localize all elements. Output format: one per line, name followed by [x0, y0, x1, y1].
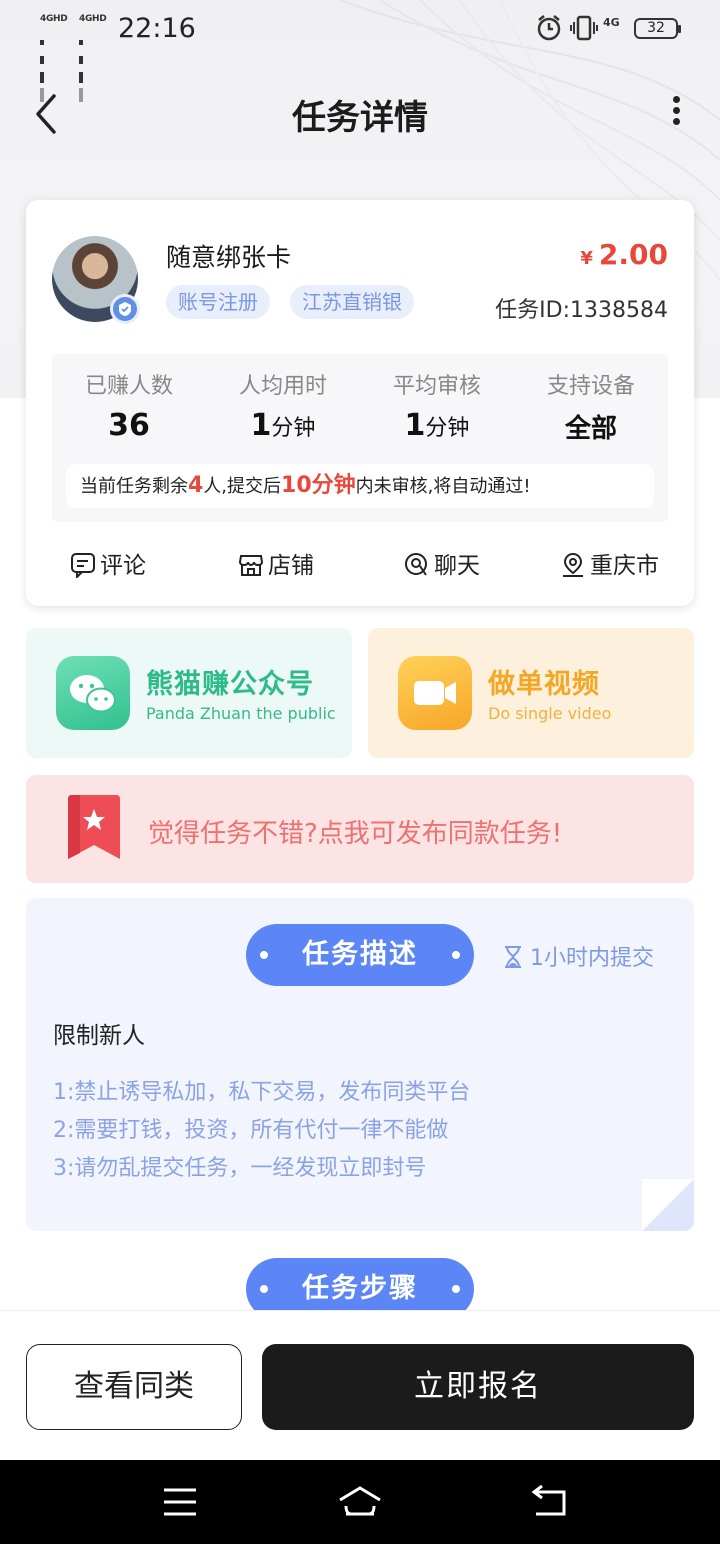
publish-banner-text: 觉得任务不错?点我可发布同款任务!	[148, 819, 563, 849]
stat-label: 平均审核	[392, 374, 481, 399]
task-tag[interactable]: 账号注册	[166, 285, 270, 319]
task-price: ¥2.00	[580, 238, 668, 271]
bookmark-star-icon	[66, 795, 122, 861]
chat-button[interactable]: 聊天	[404, 550, 480, 582]
comment-label: 评论	[100, 553, 146, 579]
signal-1-label: 4GHD	[40, 14, 68, 24]
task-card: 随意绑张卡 账号注册 江苏直销银 ¥2.00 任务ID:1338584 已赚人数…	[26, 200, 694, 606]
alarm-icon	[537, 15, 561, 41]
location-label: 重庆市	[590, 553, 659, 579]
network-icon: 4G	[603, 16, 620, 29]
restriction-text: 限制新人	[53, 1023, 145, 1049]
chat-icon	[405, 553, 427, 576]
home-icon[interactable]	[336, 1482, 384, 1522]
task-id: 任务ID:1338584	[495, 298, 668, 323]
task-description-header: 任务描述	[246, 924, 474, 986]
task-description-section: 任务描述 1小时内提交 限制新人 1:禁止诱导私加，私下交易，发布同类平台 2:…	[26, 898, 694, 1231]
stat-value: 全部	[564, 414, 617, 444]
notice-review-time: 10分钟	[281, 473, 356, 498]
stat-label: 人均用时	[238, 374, 327, 399]
stat-unit: 分钟	[425, 416, 470, 441]
rule-item: 2:需要打钱，投资，所有代付一律不能做	[53, 1118, 449, 1143]
more-vertical-icon[interactable]	[660, 92, 692, 136]
deadline-text: 1小时内提交	[530, 946, 654, 971]
stat-earned-count: 已赚人数 36	[52, 368, 206, 443]
comment-icon	[71, 553, 95, 580]
stat-average-time: 人均用时 1分钟	[206, 368, 360, 443]
rule-item: 3:请勿乱提交任务，一经发现立即封号	[53, 1156, 427, 1181]
battery-icon: 32	[634, 18, 681, 39]
shop-button[interactable]: 店铺	[238, 550, 314, 582]
description-header-label: 任务描述	[302, 939, 418, 970]
page-title: 任务详情	[292, 98, 428, 138]
page-fold-decoration	[642, 1179, 694, 1231]
video-tile-subtitle: Do single video	[488, 704, 612, 723]
task-tag[interactable]: 江苏直销银	[290, 285, 414, 319]
status-time: 22:16	[118, 13, 196, 44]
notice-text: 人,提交后	[203, 476, 282, 497]
price-amount: 2.00	[598, 238, 668, 271]
verified-badge-icon	[110, 294, 140, 324]
order-video-tile[interactable]: 做单视频 Do single video	[368, 628, 694, 758]
wechat-icon	[56, 656, 130, 730]
view-similar-button[interactable]: 查看同类	[26, 1344, 242, 1430]
bottom-action-bar: 查看同类 立即报名	[0, 1310, 720, 1460]
signal-2-label: 4GHD	[79, 14, 107, 24]
chat-label: 聊天	[434, 553, 480, 579]
panda-tile-title: 熊猫赚公众号	[146, 669, 314, 700]
hourglass-icon	[505, 946, 521, 968]
stats-panel: 已赚人数 36 人均用时 1分钟 平均审核 1分钟 支持设备 全部 当前任务剩余…	[52, 354, 668, 522]
back-icon[interactable]	[530, 1482, 570, 1522]
notice-text: 当前任务剩余	[80, 476, 188, 497]
publish-similar-banner[interactable]: 觉得任务不错?点我可发布同款任务!	[26, 775, 694, 883]
back-arrow-icon[interactable]	[28, 92, 68, 136]
video-tile-title: 做单视频	[488, 669, 600, 700]
steps-header-label: 任务步骤	[302, 1273, 418, 1304]
notice-text: 内未审核,将自动通过!	[355, 476, 531, 497]
stat-value: 36	[108, 408, 150, 443]
task-title: 随意绑张卡	[166, 243, 292, 272]
price-currency: ¥	[580, 248, 593, 269]
rule-item: 1:禁止诱导私加，私下交易，发布同类平台	[53, 1080, 471, 1105]
rules-list: 1:禁止诱导私加，私下交易，发布同类平台 2:需要打钱，投资，所有代付一律不能做…	[53, 1074, 470, 1188]
system-navigation-bar	[0, 1460, 720, 1544]
menu-icon[interactable]	[162, 1482, 198, 1522]
shop-label: 店铺	[268, 553, 314, 579]
location-button[interactable]: 重庆市	[560, 550, 659, 582]
stat-label: 已赚人数	[84, 374, 173, 399]
status-bar: 4GHD 4GHD 22:16 4G 32	[0, 0, 720, 102]
stat-label: 支持设备	[546, 374, 635, 399]
stat-value: 1	[250, 408, 272, 443]
vibrate-icon	[570, 15, 598, 41]
sign-up-now-button[interactable]: 立即报名	[262, 1344, 694, 1430]
avatar[interactable]	[52, 236, 140, 324]
shop-icon	[238, 555, 264, 576]
comment-button[interactable]: 评论	[70, 550, 146, 582]
location-icon	[563, 552, 583, 577]
stat-value: 1	[404, 408, 426, 443]
auto-approve-notice: 当前任务剩余4人,提交后10分钟内未审核,将自动通过!	[66, 464, 654, 508]
submit-deadline: 1小时内提交	[504, 940, 654, 972]
panda-public-account-tile[interactable]: 熊猫赚公众号 Panda Zhuan the public	[26, 628, 352, 758]
video-camera-icon	[398, 656, 472, 730]
stat-unit: 分钟	[271, 416, 316, 441]
panda-tile-subtitle: Panda Zhuan the public	[146, 704, 336, 723]
navigation-bar: 任务详情	[0, 80, 720, 148]
stat-average-review: 平均审核 1分钟	[360, 368, 514, 443]
notice-remaining: 4	[188, 473, 204, 498]
stat-supported-devices: 支持设备 全部	[514, 368, 668, 445]
